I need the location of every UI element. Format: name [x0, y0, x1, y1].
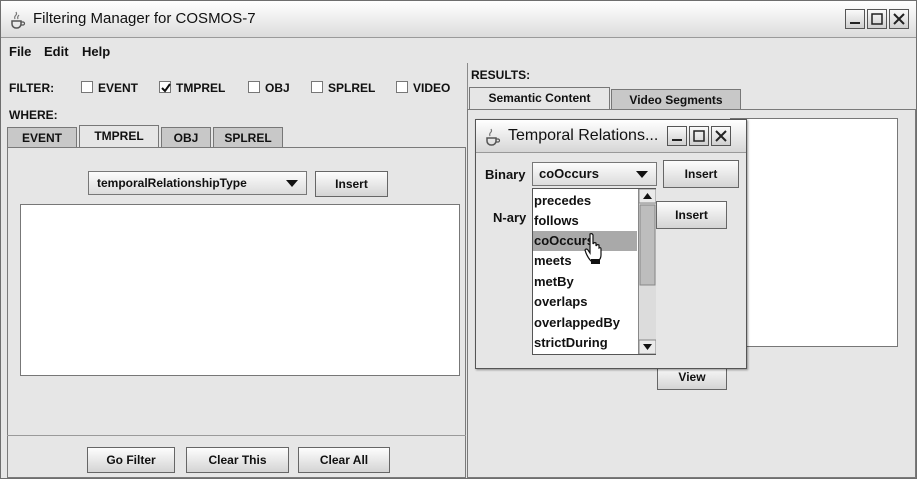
- menu-edit[interactable]: Edit: [44, 44, 69, 59]
- java-cup-icon: [9, 11, 27, 29]
- query-text-area[interactable]: [20, 204, 460, 376]
- menu-bar: File Edit Help: [1, 38, 916, 62]
- filter-splrel-label: SPLREL: [328, 81, 376, 95]
- footer-divider: [7, 435, 466, 436]
- filter-video-checkbox[interactable]: [396, 81, 408, 93]
- hand-cursor-icon: [584, 232, 604, 268]
- list-item-follows[interactable]: follows: [533, 211, 637, 231]
- minimize-button[interactable]: [845, 9, 865, 29]
- results-label: RESULTS:: [471, 68, 531, 82]
- where-label: WHERE:: [9, 108, 58, 122]
- tab-obj[interactable]: OBJ: [161, 127, 211, 147]
- filter-tmprel-checkbox[interactable]: [159, 81, 171, 93]
- tab-video-segments[interactable]: Video Segments: [611, 89, 741, 109]
- nary-insert-button[interactable]: Insert: [656, 201, 727, 229]
- relationship-type-value: temporalRelationshipType: [97, 176, 247, 190]
- relation-dropdown-list[interactable]: precedes follows coOccurs meets metBy ov…: [532, 188, 657, 355]
- maximize-icon: [693, 130, 705, 142]
- binary-combo-value: coOccurs: [539, 166, 599, 181]
- tab-tmprel[interactable]: TMPREL: [79, 125, 159, 147]
- filter-label: FILTER:: [9, 81, 55, 95]
- check-icon: [161, 83, 171, 93]
- list-item-overlaps[interactable]: overlaps: [533, 292, 637, 312]
- binary-insert-button[interactable]: Insert: [663, 160, 739, 188]
- filter-event-label: EVENT: [98, 81, 139, 95]
- title-bar[interactable]: Filtering Manager for COSMOS-7: [1, 1, 916, 38]
- dialog-maximize-button[interactable]: [689, 126, 709, 146]
- close-icon: [893, 13, 905, 25]
- list-item-precedes[interactable]: precedes: [533, 191, 637, 211]
- chevron-down-icon: [286, 180, 298, 187]
- chevron-down-icon: [636, 171, 648, 178]
- binary-label: Binary: [485, 167, 526, 182]
- list-scrollbar[interactable]: [638, 188, 657, 355]
- tab-semantic-content[interactable]: Semantic Content: [469, 87, 610, 109]
- main-window: Filtering Manager for COSMOS-7 File Edit…: [0, 0, 917, 479]
- filter-video-label: VIDEO: [413, 81, 451, 95]
- java-cup-icon: [486, 128, 501, 146]
- menu-help[interactable]: Help: [82, 44, 110, 59]
- tab-splrel[interactable]: SPLREL: [213, 127, 283, 147]
- maximize-button[interactable]: [867, 9, 887, 29]
- results-area[interactable]: [730, 118, 898, 347]
- nary-label: N-ary: [493, 210, 527, 225]
- list-item-overlappedby[interactable]: overlappedBy: [533, 313, 637, 333]
- filter-obj-label: OBJ: [265, 81, 290, 95]
- minimize-icon: [672, 139, 682, 141]
- menu-file[interactable]: File: [9, 44, 31, 59]
- go-filter-button[interactable]: Go Filter: [87, 447, 175, 473]
- close-icon: [715, 130, 727, 142]
- filter-event-checkbox[interactable]: [81, 81, 93, 93]
- maximize-icon: [871, 13, 883, 25]
- dialog-close-button[interactable]: [711, 126, 731, 146]
- dialog-minimize-button[interactable]: [667, 126, 687, 146]
- filter-tmprel-label: TMPREL: [176, 81, 226, 95]
- scrollbar-graphic: [638, 188, 657, 355]
- filter-obj-checkbox[interactable]: [248, 81, 260, 93]
- list-item-metby[interactable]: metBy: [533, 272, 637, 292]
- window-title: Filtering Manager for COSMOS-7: [33, 10, 256, 27]
- minimize-icon: [850, 22, 860, 24]
- tab-event[interactable]: EVENT: [7, 127, 77, 147]
- filter-splrel-checkbox[interactable]: [311, 81, 323, 93]
- clear-all-button[interactable]: Clear All: [298, 447, 390, 473]
- dialog-title: Temporal Relations...: [508, 127, 659, 144]
- clear-this-button[interactable]: Clear This: [186, 447, 289, 473]
- where-insert-button[interactable]: Insert: [315, 171, 388, 197]
- close-button[interactable]: [889, 9, 909, 29]
- list-item-strictduring[interactable]: strictDuring: [533, 333, 637, 353]
- relationship-type-combo[interactable]: temporalRelationshipType: [88, 171, 307, 195]
- binary-combo[interactable]: coOccurs: [532, 162, 657, 186]
- dialog-title-bar[interactable]: Temporal Relations...: [476, 120, 746, 153]
